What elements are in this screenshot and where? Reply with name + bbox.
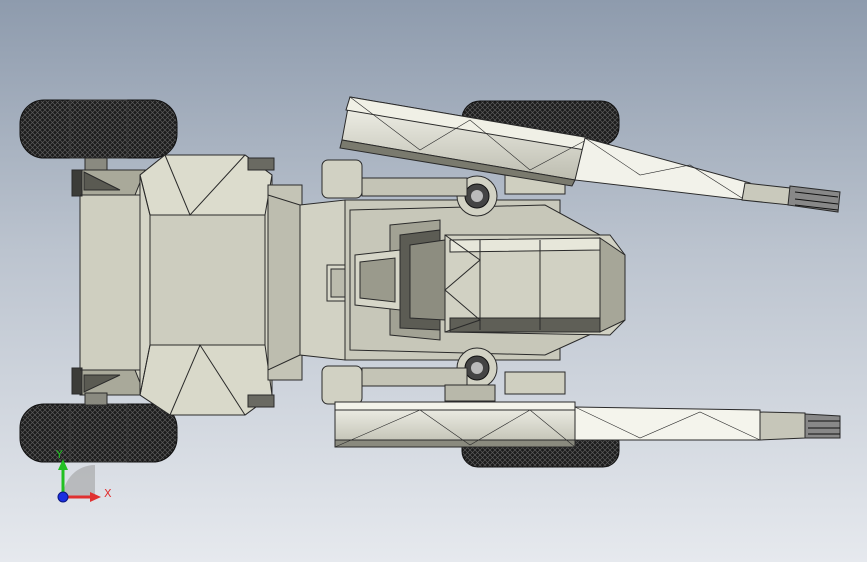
cab-hood [139,154,275,416]
front-frame [71,157,146,406]
z-axis-dot [57,491,69,503]
graphics-viewport[interactable]: X Y [0,0,867,562]
lower-gun [334,401,841,448]
3d-model-view[interactable]: X Y [0,0,867,562]
wheel-front-left [19,99,178,159]
turret-base [349,204,626,356]
y-axis-label: Y [55,448,63,461]
x-axis-label: X [104,487,112,500]
wheel-front-right [19,403,178,463]
